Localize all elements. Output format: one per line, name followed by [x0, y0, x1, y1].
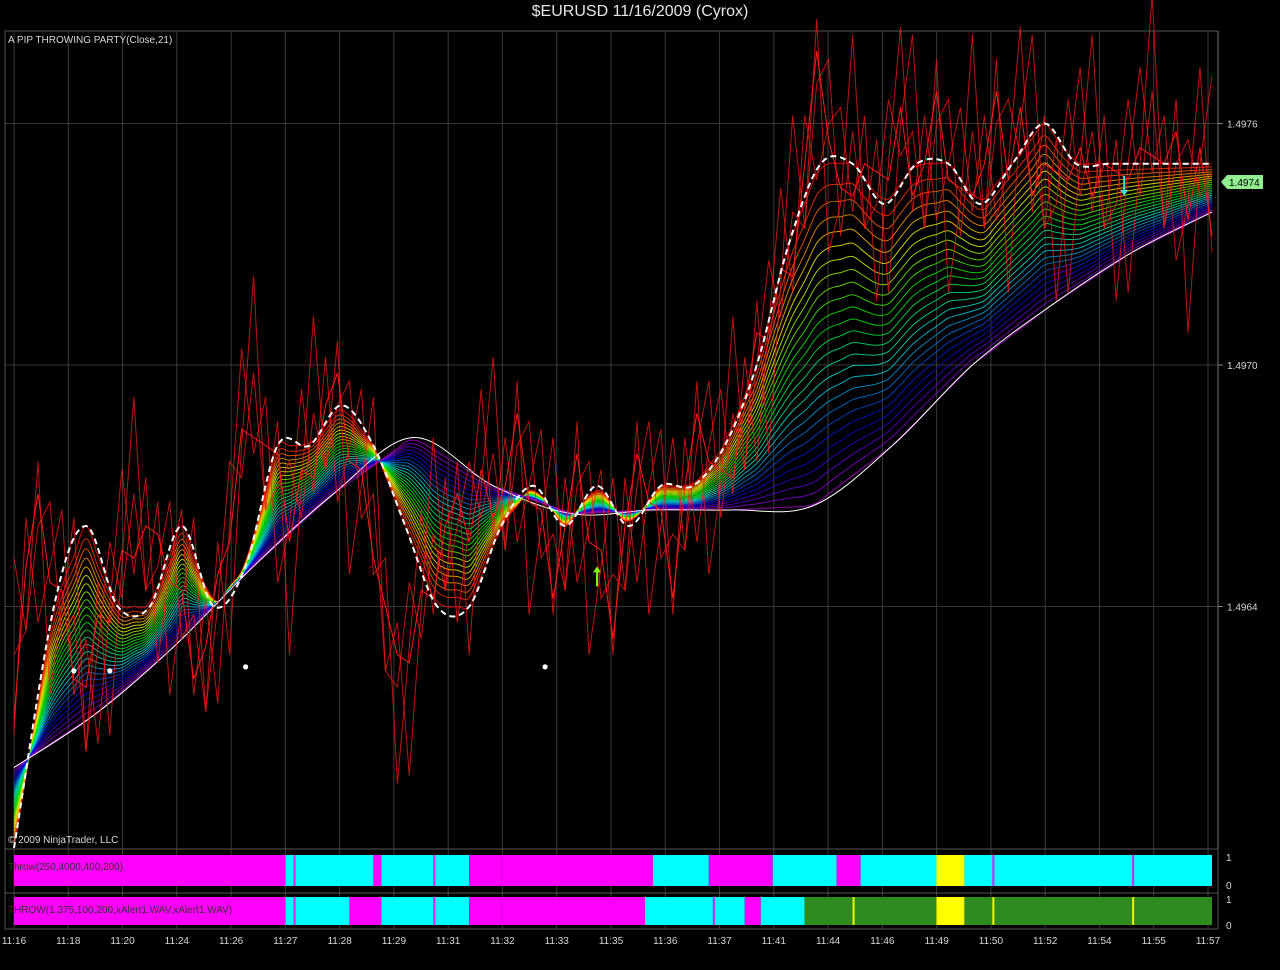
throw-panel	[14, 855, 1212, 886]
signal-dot	[71, 668, 77, 674]
throw2-panel-tick-1: 1	[1226, 895, 1232, 906]
price-series	[13, 0, 1213, 784]
panel-stripe	[1132, 855, 1135, 886]
panel-stripe	[293, 897, 296, 925]
signal-dot	[243, 664, 249, 670]
x-tick-label: 11:28	[327, 936, 352, 947]
x-tick-label: 11:54	[1087, 936, 1112, 947]
panel-segment	[349, 897, 382, 925]
panel-stripe	[992, 897, 995, 925]
y-tick-label: 1.4964	[1227, 603, 1258, 614]
panel-segment	[373, 855, 382, 886]
axes: 1.49641.49701.497611:16 11:18 11:20 11:24 11…	[2, 120, 1258, 947]
panel-segment	[772, 855, 837, 886]
x-tick-label: 11:57	[1196, 936, 1221, 947]
hma-series	[13, 122, 1212, 849]
x-tick-label: 11:29	[382, 936, 407, 947]
x-tick-label: 11:46	[870, 936, 895, 947]
x-tick-label: 11:20	[110, 936, 135, 947]
ribbon-band	[13, 201, 1213, 785]
x-tick-label: 11:37	[707, 936, 732, 947]
copyright-label: © 2009 NinjaTrader, LLC	[8, 835, 118, 846]
panel-segment	[936, 855, 965, 886]
ribbon-band	[13, 191, 1213, 802]
panel-segment	[708, 855, 773, 886]
panel-segment	[860, 855, 937, 886]
ribbon-band	[13, 196, 1213, 794]
panel-segment	[501, 897, 645, 925]
ribbon-band	[13, 135, 1213, 843]
x-tick-label: 11:35	[599, 936, 624, 947]
hma-line	[13, 122, 1212, 849]
ribbon-band	[13, 187, 1213, 809]
x-tick-label: 11:27	[273, 936, 298, 947]
y-tick-label: 1.4970	[1227, 361, 1258, 372]
panel-segment	[381, 897, 470, 925]
x-tick-label: 11:31	[436, 936, 461, 947]
panel-segment	[804, 897, 937, 925]
indicator-label: A PIP THROWING PARTY(Close,21)	[8, 35, 172, 46]
chart-canvas[interactable]: 1.49641.49701.497611:16 11:18 11:20 11:24 11…	[0, 0, 1280, 970]
signal-dot	[542, 664, 548, 670]
panel-segment	[652, 855, 709, 886]
panel-segment	[964, 855, 1212, 886]
last-price-value: 1.4974	[1229, 178, 1260, 189]
x-tick-label: 11:52	[1033, 936, 1058, 947]
throw-panel-label: Throw(250,4000,400,200)	[8, 862, 123, 873]
panel-segment	[469, 855, 502, 886]
x-tick-label: 11:36	[653, 936, 678, 947]
last-price-badge: 1.4974	[1221, 175, 1263, 189]
ribbon-band	[13, 179, 1213, 821]
panel-stripe	[293, 855, 296, 886]
panel-segment	[936, 897, 965, 925]
x-tick-label: 11:18	[56, 936, 81, 947]
signal-arrowhead	[593, 566, 602, 573]
panel-segment	[501, 855, 653, 886]
panel-stripe	[1132, 897, 1135, 925]
x-tick-label: 11:55	[1142, 936, 1167, 947]
chart-window: $EURUSD 11/16/2009 (Cyrox) 1.4964 1.4970 1…	[0, 0, 1280, 970]
ribbon-band	[13, 198, 1213, 791]
panel-segment	[285, 855, 374, 886]
x-tick-label: 11:33	[545, 936, 570, 947]
panel-segment	[744, 897, 761, 925]
x-tick-label: 11:49	[924, 936, 949, 947]
panel-stripe	[712, 897, 715, 925]
x-tick-label: 11:50	[979, 936, 1004, 947]
x-tick-label: 11:32	[490, 936, 515, 947]
panel-segment	[760, 897, 805, 925]
ribbon-band	[13, 192, 1213, 799]
x-tick-label: 11:41	[762, 936, 787, 947]
ribbon-band	[13, 183, 1213, 815]
throw-panel-tick-1: 1	[1226, 853, 1232, 864]
signal-dot	[107, 668, 113, 674]
ribbon-band	[13, 194, 1213, 797]
price-line	[13, 0, 1213, 776]
ribbon-band	[13, 122, 1212, 849]
x-tick-label: 11:26	[219, 936, 244, 947]
ribbon-band	[13, 185, 1213, 812]
ribbon-bands	[13, 122, 1213, 849]
panel-stripe	[852, 897, 855, 925]
throw-panel-tick-0: 0	[1226, 881, 1232, 892]
ribbon-band	[13, 181, 1213, 818]
throw2-panel-label: THROW(1,375,100,200,xAlert1.WAV,xAlert1.…	[8, 905, 232, 916]
panel-segment	[469, 897, 502, 925]
x-tick-label: 11:16	[2, 936, 27, 947]
panel-stripe	[433, 855, 436, 886]
y-tick-label: 1.4976	[1227, 120, 1258, 131]
price-line	[13, 26, 1213, 784]
x-tick-label: 11:44	[816, 936, 841, 947]
panel-stripe	[433, 897, 436, 925]
panel-segment	[644, 897, 745, 925]
throw2-panel-tick-0: 0	[1226, 921, 1232, 932]
panel-segment	[964, 897, 1212, 925]
panel-segment	[381, 855, 470, 886]
panel-segment	[836, 855, 861, 886]
panel-stripe	[992, 855, 995, 886]
x-tick-label: 11:24	[165, 936, 190, 947]
